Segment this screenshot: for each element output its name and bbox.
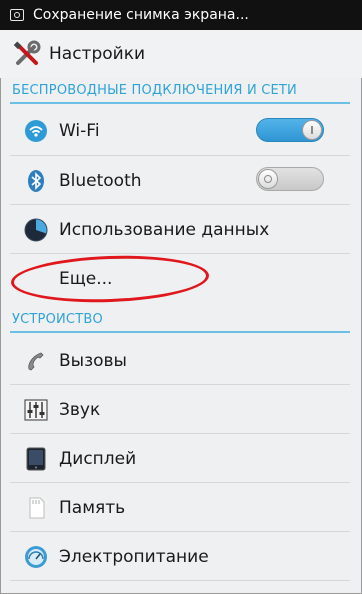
settings-item-data-usage[interactable]: Использование данных xyxy=(0,205,362,254)
settings-item-calls[interactable]: Вызовы xyxy=(0,336,362,385)
page-title: Настройки xyxy=(49,44,146,64)
settings-item-label: Дисплей xyxy=(59,448,137,469)
settings-item-storage[interactable]: Память xyxy=(0,483,362,532)
settings-item-label: Вызовы xyxy=(59,350,127,371)
row-divider xyxy=(10,580,350,581)
settings-item-display[interactable]: Дисплей xyxy=(0,434,362,483)
settings-item-label: Использование данных xyxy=(59,219,270,240)
settings-item-label: Электропитание xyxy=(59,546,209,567)
storage-icon xyxy=(29,497,45,518)
settings-tools-icon xyxy=(13,40,41,65)
section-header-wireless: БЕСПРОВОДНЫЕ ПОДКЛЮЧЕНИЯ И СЕТИ xyxy=(12,83,297,98)
wifi-icon xyxy=(25,119,47,142)
section-header-device: УСТРОЙСТВО xyxy=(12,312,103,327)
phone-icon xyxy=(28,352,44,370)
settings-item-power[interactable]: Электропитание xyxy=(0,532,362,581)
toggle-knob xyxy=(302,120,322,140)
status-bar: Сохранение снимка экрана... xyxy=(0,0,362,30)
settings-item-label: Звук xyxy=(59,399,101,420)
status-notification-text: Сохранение снимка экрана... xyxy=(33,7,249,23)
screenshot-icon xyxy=(10,9,24,21)
bluetooth-icon xyxy=(28,169,44,192)
bluetooth-toggle[interactable] xyxy=(256,167,324,191)
action-bar: Настройки xyxy=(0,30,362,78)
settings-item-sound[interactable]: Звук xyxy=(0,385,362,434)
section-divider xyxy=(10,331,350,333)
display-icon xyxy=(26,447,46,470)
power-gauge-icon xyxy=(25,545,47,568)
toggle-knob xyxy=(258,169,278,189)
section-divider xyxy=(10,102,350,104)
data-usage-icon xyxy=(24,218,48,241)
settings-item-label: Bluetooth xyxy=(59,170,142,191)
sound-equalizer-icon xyxy=(24,398,48,421)
settings-item-label: Wi-Fi xyxy=(59,120,100,141)
settings-item-label: Память xyxy=(59,497,126,518)
wifi-toggle[interactable] xyxy=(256,118,324,142)
